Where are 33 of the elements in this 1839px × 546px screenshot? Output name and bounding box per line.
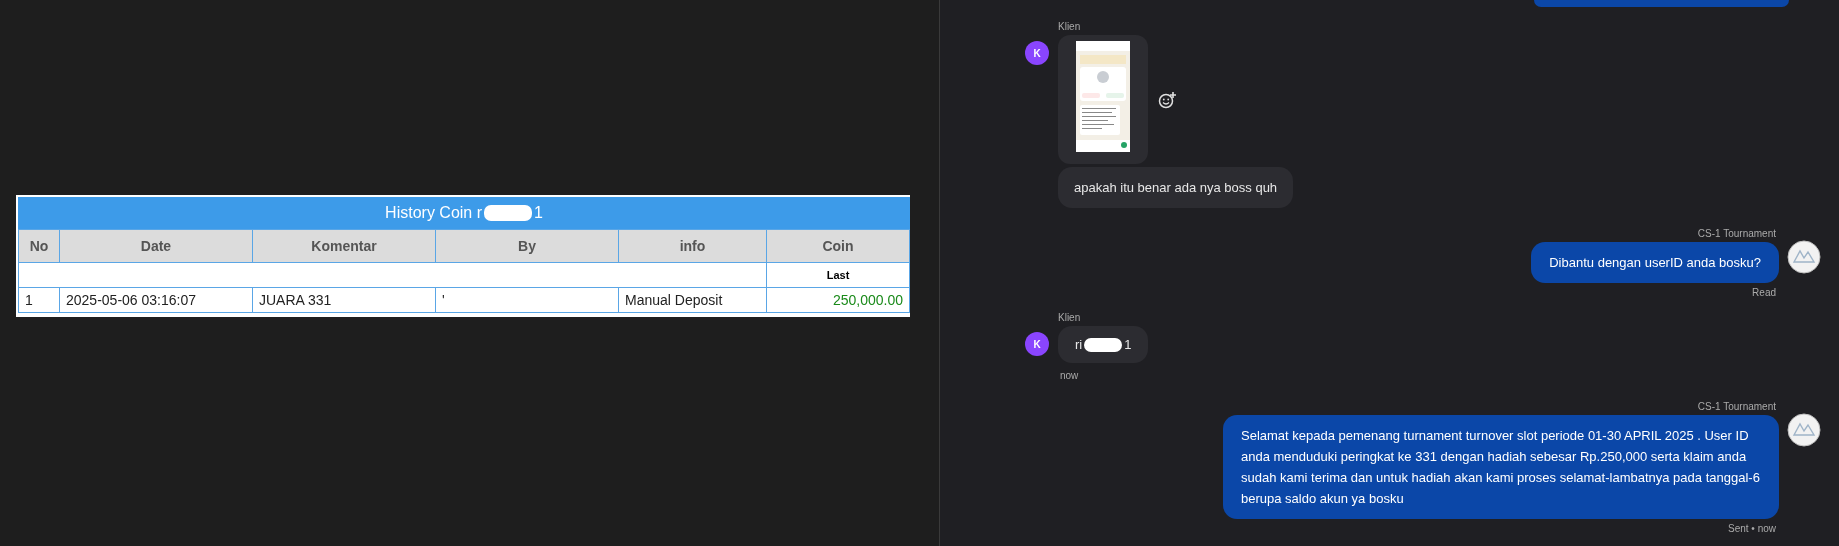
message-bubble: Selamat kepada pemenang turnament turnover slot periode 01-30 APRIL 2025 . User ID anda menduduki peringkat ke 331 dengan hadiah sebesar Rp.250,000 serta klaim anda sudah kami terima dan untuk hadiah akan kami proses selamat-lambatnya pada tanggal-6 berupa saldo akun ya bosku — [1223, 415, 1779, 519]
column-header: Coin — [766, 229, 910, 263]
agent-avatar — [1787, 413, 1821, 447]
add-reaction-icon[interactable] — [1158, 90, 1176, 109]
table-cell: 250,000.00 — [766, 287, 910, 313]
message-bubble: ri 1 — [1058, 326, 1149, 363]
message-bubble: Dibantu dengan userID anda bosku? — [1531, 242, 1779, 283]
table-cell: 2025-05-06 03:16:07 — [59, 287, 253, 313]
message-status: Sent • now — [1728, 523, 1776, 534]
avatar: K — [1025, 332, 1049, 356]
table-title: History Coin r — [385, 204, 482, 222]
column-header: No — [18, 229, 60, 263]
sender-name: Klien — [1057, 21, 1082, 32]
sender-name: CS-1 Tournament — [1697, 401, 1776, 412]
sender-name: Klien — [1057, 312, 1082, 323]
redaction-block — [484, 205, 532, 221]
table-cell: JUARA 331 — [252, 287, 436, 313]
message-time: now — [1059, 370, 1079, 381]
table-cell: 1 — [18, 287, 60, 313]
image-message[interactable] — [1058, 35, 1148, 164]
message-status: Read — [1752, 287, 1776, 298]
message-bubble: apakah itu benar ada nya boss quh — [1058, 167, 1294, 208]
column-header: Komentar — [252, 229, 436, 263]
column-header: Date — [59, 229, 253, 263]
agent-avatar — [1787, 240, 1821, 274]
sender-name: CS-1 Tournament — [1697, 228, 1776, 239]
table-cell: Manual Deposit — [618, 287, 767, 313]
column-header: By — [435, 229, 619, 263]
column-header: info — [618, 229, 767, 263]
subheader-cell: Last — [766, 262, 910, 288]
table-cell: ' — [435, 287, 619, 313]
avatar: K — [1025, 41, 1049, 65]
table-title-suffix: 1 — [534, 204, 543, 222]
